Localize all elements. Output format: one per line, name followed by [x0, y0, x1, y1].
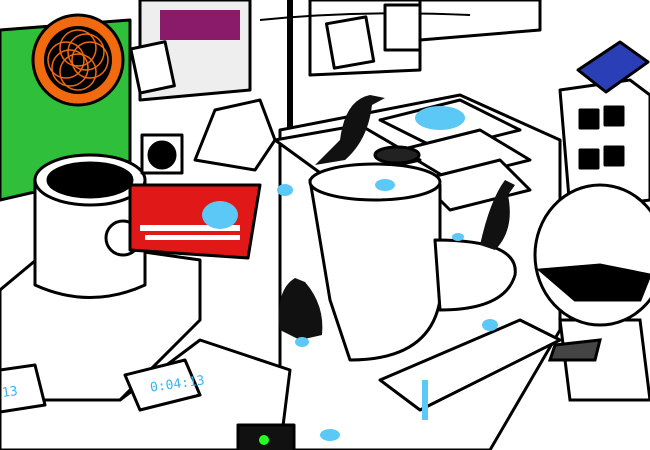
hanging-scorpion-photo [383, 3, 422, 52]
timer-display-left: 13 [1, 383, 19, 402]
block-hole [578, 108, 600, 130]
green-light [259, 435, 269, 445]
illustration-scene: 0:04:13 13 [0, 0, 650, 450]
block-hole [578, 148, 600, 170]
rock [193, 98, 277, 172]
clock-face [147, 140, 177, 170]
scene-drawing [0, 0, 650, 450]
drum-opening [46, 161, 134, 199]
toilet-lid [308, 162, 442, 202]
block-hole [603, 105, 625, 127]
hanging-photo [324, 15, 376, 70]
spirograph-emblem [31, 13, 125, 107]
block-hole [603, 145, 625, 167]
tape-roll [373, 145, 421, 165]
wall-frame [418, 0, 542, 42]
window-curtain [160, 10, 240, 40]
red-sampler [128, 183, 262, 260]
hanging-card [129, 40, 176, 95]
phone [547, 338, 602, 362]
sampler-keys [145, 235, 240, 240]
kid-head [533, 183, 650, 327]
kid-character [533, 183, 650, 402]
